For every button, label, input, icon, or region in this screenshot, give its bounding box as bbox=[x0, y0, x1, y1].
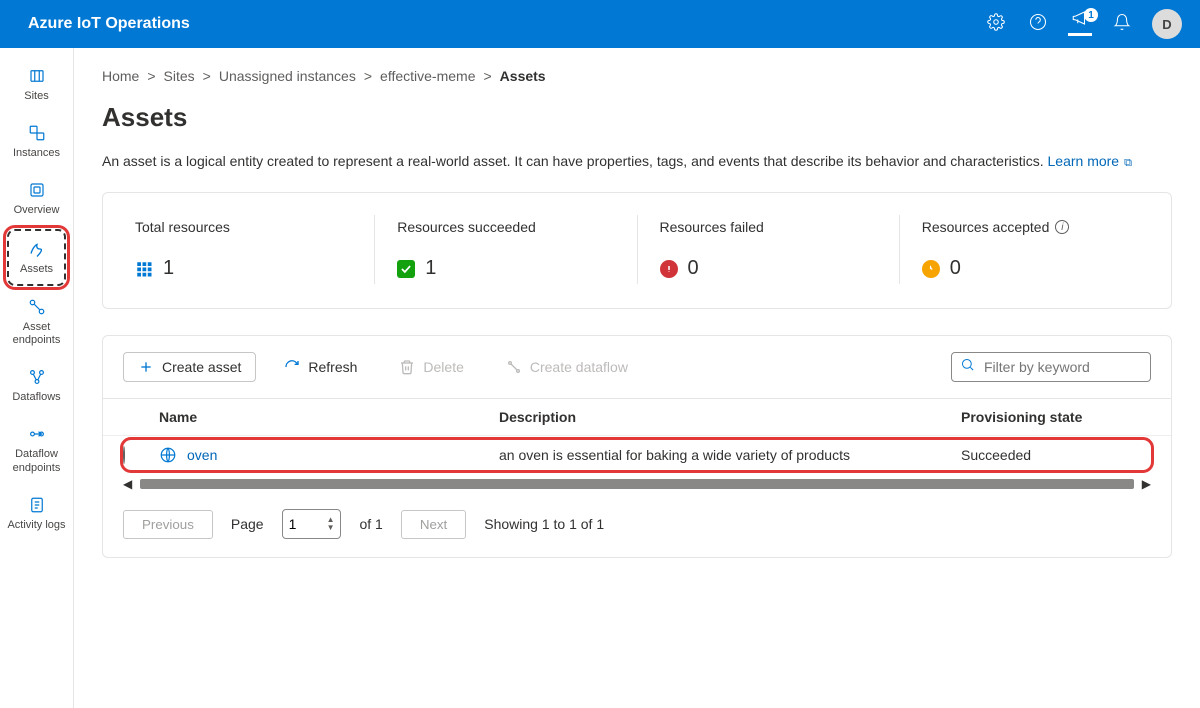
overview-icon bbox=[27, 180, 47, 200]
sidebar-item-dataflow-endpoints[interactable]: Dataflow endpoints bbox=[0, 414, 73, 484]
horizontal-scrollbar[interactable]: ◀ ▶ bbox=[103, 474, 1171, 491]
filter-input[interactable] bbox=[951, 352, 1151, 382]
table-row[interactable]: oven an oven is essential for baking a w… bbox=[123, 440, 1151, 470]
page-of-label: of 1 bbox=[359, 516, 382, 532]
sidebar: Sites Instances Overview Assets Asset en… bbox=[0, 48, 74, 708]
page-spinner[interactable]: ▲▼ bbox=[327, 516, 335, 532]
assets-toolbar: Create asset Refresh Delete Create dataf… bbox=[103, 352, 1171, 398]
assets-panel: Create asset Refresh Delete Create dataf… bbox=[102, 335, 1172, 558]
sidebar-label: Dataflows bbox=[12, 391, 60, 404]
trash-icon bbox=[399, 359, 415, 375]
sidebar-item-assets[interactable]: Assets bbox=[7, 229, 66, 286]
scrollbar-track[interactable] bbox=[140, 479, 1134, 489]
sidebar-label: Assets bbox=[20, 263, 53, 276]
error-icon bbox=[660, 260, 678, 278]
breadcrumb-home[interactable]: Home bbox=[102, 68, 139, 84]
info-icon[interactable]: i bbox=[1055, 220, 1069, 234]
sidebar-label: Asset endpoints bbox=[2, 321, 71, 347]
page-label: Page bbox=[231, 516, 264, 532]
sidebar-item-dataflows[interactable]: Dataflows bbox=[0, 357, 73, 414]
refresh-button[interactable]: Refresh bbox=[270, 353, 371, 381]
pagination: Previous Page ▲▼ of 1 Next Showing 1 to … bbox=[103, 491, 1171, 539]
dataflow-endpoints-icon bbox=[27, 424, 47, 444]
stat-failed-label: Resources failed bbox=[660, 219, 877, 235]
clock-icon bbox=[922, 260, 940, 278]
breadcrumb-sites[interactable]: Sites bbox=[164, 68, 195, 84]
delete-button: Delete bbox=[385, 353, 477, 381]
bell-icon bbox=[1113, 13, 1131, 36]
sidebar-label: Instances bbox=[13, 147, 60, 160]
whats-new-badge: 1 bbox=[1084, 8, 1098, 22]
external-link-icon: ⧉ bbox=[1121, 157, 1132, 169]
breadcrumb-unassigned[interactable]: Unassigned instances bbox=[219, 68, 356, 84]
learn-more-link[interactable]: Learn more ⧉ bbox=[1048, 153, 1133, 169]
page-description: An asset is a logical entity created to … bbox=[102, 153, 1172, 170]
next-page-button: Next bbox=[401, 510, 466, 539]
refresh-icon bbox=[284, 359, 300, 375]
asset-name-link[interactable]: oven bbox=[187, 447, 217, 463]
app-header: Azure IoT Operations 1 D bbox=[0, 0, 1200, 48]
assets-table: Name Description Provisioning state oven… bbox=[103, 398, 1171, 470]
pagination-showing: Showing 1 to 1 of 1 bbox=[484, 516, 604, 532]
scroll-left-arrow[interactable]: ◀ bbox=[123, 477, 132, 491]
product-title: Azure IoT Operations bbox=[28, 15, 190, 33]
table-header-row: Name Description Provisioning state bbox=[103, 399, 1171, 436]
create-dataflow-button: Create dataflow bbox=[492, 353, 642, 381]
sidebar-label: Activity logs bbox=[7, 519, 65, 532]
breadcrumb-current: Assets bbox=[500, 68, 546, 84]
breadcrumb: Home> Sites> Unassigned instances> effec… bbox=[102, 68, 1172, 84]
sidebar-label: Overview bbox=[14, 204, 60, 217]
sidebar-label: Dataflow endpoints bbox=[2, 448, 71, 474]
page-number-input[interactable] bbox=[289, 516, 327, 532]
notifications-button[interactable] bbox=[1110, 12, 1134, 36]
dataflows-icon bbox=[27, 367, 47, 387]
filter-field bbox=[951, 352, 1151, 382]
stat-accepted-value: 0 bbox=[950, 257, 961, 280]
sidebar-item-activity-logs[interactable]: Activity logs bbox=[0, 485, 73, 542]
create-asset-button[interactable]: Create asset bbox=[123, 352, 256, 382]
search-icon bbox=[960, 357, 975, 377]
sidebar-item-instances[interactable]: Instances bbox=[0, 113, 73, 170]
stat-total-value: 1 bbox=[163, 257, 174, 280]
stat-succeeded-label: Resources succeeded bbox=[397, 219, 614, 235]
scroll-right-arrow[interactable]: ▶ bbox=[1142, 477, 1151, 491]
previous-page-button: Previous bbox=[123, 510, 213, 539]
assets-icon bbox=[27, 239, 47, 259]
sidebar-item-overview[interactable]: Overview bbox=[0, 170, 73, 227]
help-icon bbox=[1029, 13, 1047, 36]
col-header-description[interactable]: Description bbox=[499, 409, 961, 425]
success-check-icon bbox=[397, 260, 415, 278]
asset-description: an oven is essential for baking a wide v… bbox=[499, 447, 961, 463]
user-avatar[interactable]: D bbox=[1152, 9, 1182, 39]
asset-globe-icon bbox=[159, 446, 177, 464]
sidebar-item-sites[interactable]: Sites bbox=[0, 56, 73, 113]
col-header-state[interactable]: Provisioning state bbox=[961, 409, 1151, 425]
grid-icon bbox=[135, 260, 153, 278]
stat-total-label: Total resources bbox=[135, 219, 352, 235]
activity-logs-icon bbox=[27, 495, 47, 515]
sites-icon bbox=[27, 66, 47, 86]
stat-succeeded-value: 1 bbox=[425, 257, 436, 280]
sidebar-label: Sites bbox=[24, 90, 48, 103]
main-content: Home> Sites> Unassigned instances> effec… bbox=[74, 48, 1200, 708]
instances-icon bbox=[27, 123, 47, 143]
col-header-name[interactable]: Name bbox=[159, 409, 499, 425]
asset-state: Succeeded bbox=[961, 447, 1151, 463]
breadcrumb-instance[interactable]: effective-meme bbox=[380, 68, 475, 84]
plus-icon bbox=[138, 359, 154, 375]
stat-accepted-label: Resources accepted i bbox=[922, 219, 1139, 235]
dataflow-icon bbox=[506, 359, 522, 375]
whats-new-button[interactable]: 1 bbox=[1068, 12, 1092, 36]
page-title: Assets bbox=[102, 102, 1172, 133]
chevron-down-icon[interactable]: ▼ bbox=[327, 524, 335, 532]
row-select-radio[interactable] bbox=[123, 446, 125, 464]
page-number-input-wrap: ▲▼ bbox=[282, 509, 342, 539]
gear-icon bbox=[987, 13, 1005, 36]
sidebar-item-asset-endpoints[interactable]: Asset endpoints bbox=[0, 287, 73, 357]
help-button[interactable] bbox=[1026, 12, 1050, 36]
asset-endpoints-icon bbox=[27, 297, 47, 317]
settings-button[interactable] bbox=[984, 12, 1008, 36]
resource-stats-card: Total resources 1 Resources succeeded 1 … bbox=[102, 192, 1172, 309]
stat-failed-value: 0 bbox=[688, 257, 699, 280]
